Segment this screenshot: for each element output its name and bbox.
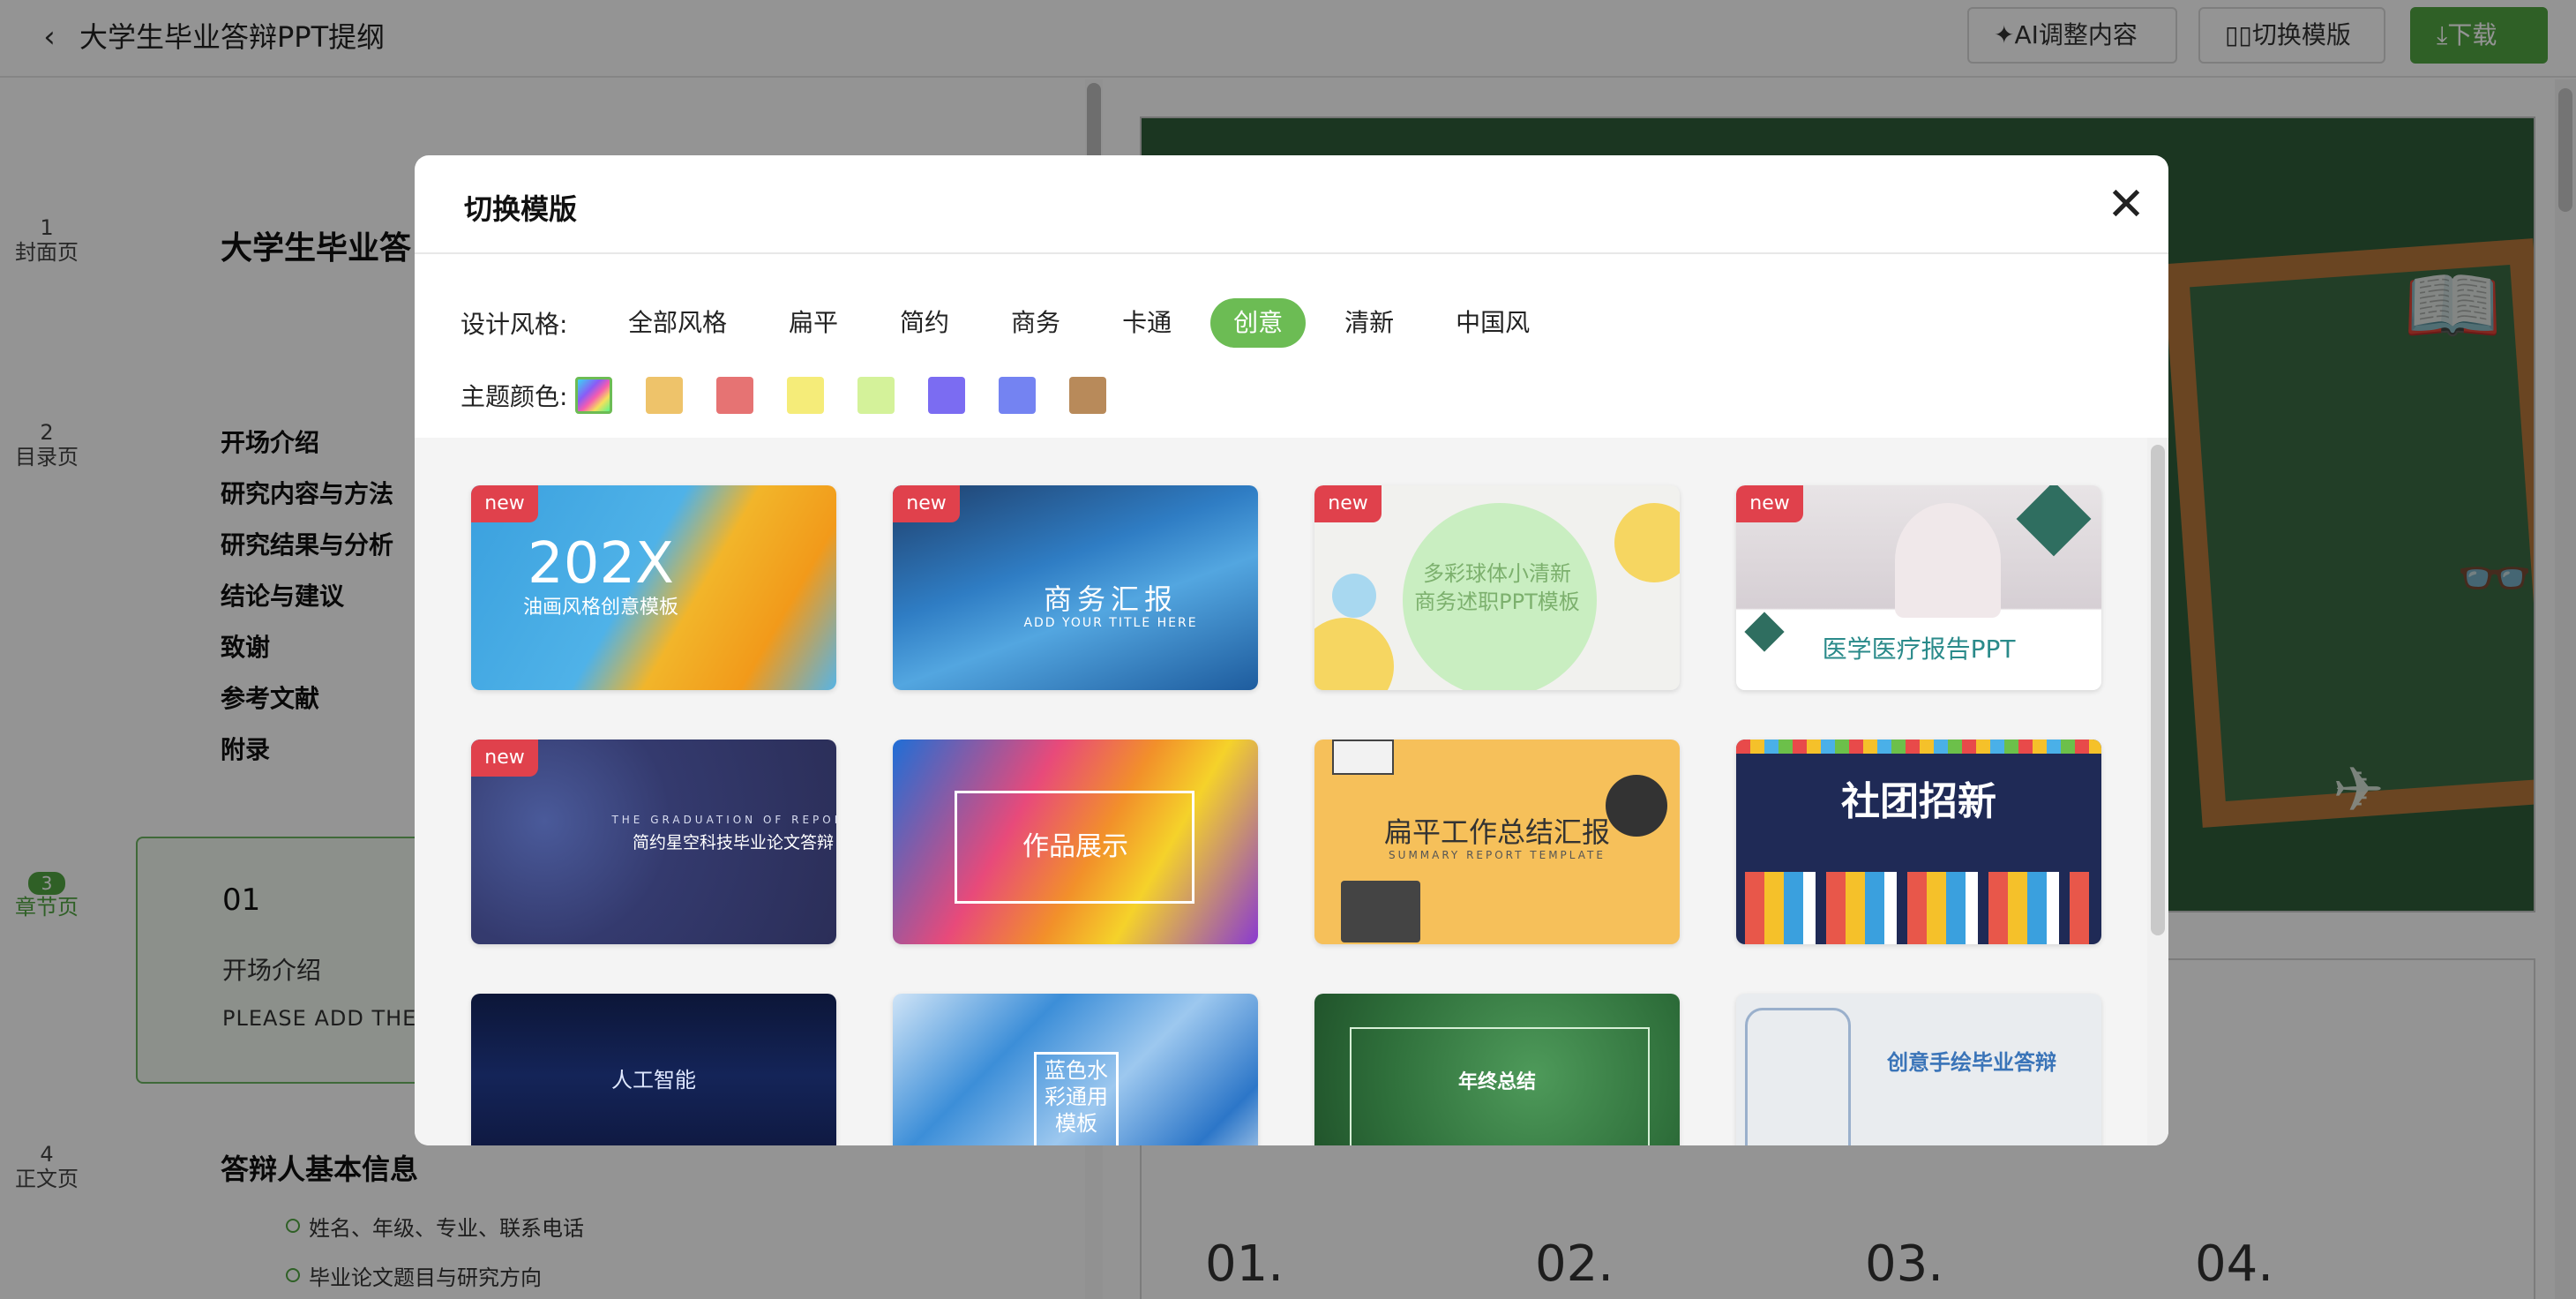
color-swatch-brown[interactable] — [1069, 377, 1106, 414]
template-title: 蓝色水彩通用模板 — [1045, 1058, 1108, 1136]
new-badge: new — [471, 485, 538, 522]
modal-header: 切换模版 ✕ — [415, 155, 2168, 254]
color-swatch-yellow[interactable] — [787, 377, 824, 414]
switch-template-modal: 切换模版 ✕ 设计风格: 全部风格 扁平 简约 商务 卡通 创意 清新 中国风 … — [415, 155, 2168, 1145]
template-card[interactable]: new THE GRADUATION OF REPORT 简约星空科技毕业论文答… — [471, 740, 836, 944]
template-title: 扁平工作总结汇报 — [1383, 815, 1610, 849]
template-card[interactable]: new 商务汇报 ADD YOUR TITLE HERE — [893, 485, 1258, 690]
template-subtitle: 商务述职PPT模板 — [1414, 589, 1580, 614]
template-grid-scrollbar[interactable] — [2147, 438, 2168, 1145]
color-filter-label: 主题颜色: — [461, 382, 568, 411]
template-card[interactable]: 年终总结 — [1314, 994, 1680, 1145]
template-title: 202X — [528, 531, 674, 597]
template-title: 多彩球体小清新 — [1423, 561, 1571, 586]
modal-title: 切换模版 — [464, 192, 578, 226]
style-option-fresh[interactable]: 清新 — [1322, 298, 1417, 348]
style-option-flat[interactable]: 扁平 — [766, 298, 861, 348]
color-swatch-lime[interactable] — [857, 377, 895, 414]
style-option-business[interactable]: 商务 — [988, 298, 1083, 348]
close-icon[interactable]: ✕ — [2101, 180, 2151, 229]
template-card[interactable]: 人工智能 — [471, 994, 836, 1145]
template-title: 作品展示 — [1022, 831, 1128, 862]
style-option-chinese[interactable]: 中国风 — [1433, 298, 1553, 348]
template-title: 社团招新 — [1841, 779, 1996, 824]
template-title: 人工智能 — [611, 1068, 696, 1093]
color-filter-row: 主题颜色: — [461, 371, 1140, 420]
color-swatch-purple[interactable] — [928, 377, 965, 414]
template-card[interactable]: new 多彩球体小清新 商务述职PPT模板 — [1314, 485, 1680, 690]
new-badge: new — [471, 740, 538, 777]
template-card[interactable]: 蓝色水彩通用模板 — [893, 994, 1258, 1145]
template-title: 医学医疗报告PPT — [1822, 634, 2016, 664]
template-subtitle: THE GRADUATION OF REPORT — [611, 814, 836, 826]
template-card[interactable]: new 202X 油画风格创意模板 — [471, 485, 836, 690]
scrollbar-thumb[interactable] — [2151, 445, 2165, 935]
template-subtitle: SUMMARY REPORT TEMPLATE — [1389, 849, 1606, 861]
template-card[interactable]: 扁平工作总结汇报 SUMMARY REPORT TEMPLATE — [1314, 740, 1680, 944]
template-card[interactable]: 创意手绘毕业答辩 — [1736, 994, 2101, 1145]
template-title: 简约星空科技毕业论文答辩 — [632, 833, 834, 852]
template-card[interactable]: new 医学医疗报告PPT — [1736, 485, 2101, 690]
style-option-creative[interactable]: 创意 — [1210, 298, 1307, 348]
style-filter-label: 设计风格: — [461, 310, 568, 339]
color-swatch-all[interactable] — [575, 377, 612, 414]
color-swatch-blue[interactable] — [999, 377, 1036, 414]
template-subtitle: ADD YOUR TITLE HERE — [1023, 616, 1198, 630]
style-option-cartoon[interactable]: 卡通 — [1099, 298, 1194, 348]
template-grid: new 202X 油画风格创意模板 new 商务汇报 ADD YOUR TITL… — [415, 438, 2168, 1145]
template-subtitle: 油画风格创意模板 — [522, 597, 678, 619]
new-badge: new — [1736, 485, 1803, 522]
template-title: 商务汇报 — [1043, 582, 1178, 616]
template-card[interactable]: 作品展示 — [893, 740, 1258, 944]
style-option-simple[interactable]: 简约 — [877, 298, 972, 348]
color-swatch-orange[interactable] — [646, 377, 683, 414]
color-swatch-red[interactable] — [716, 377, 753, 414]
template-title: 创意手绘毕业答辩 — [1887, 1050, 2056, 1075]
new-badge: new — [1314, 485, 1382, 522]
style-filter-row: 设计风格: 全部风格 扁平 简约 商务 卡通 创意 清新 中国风 — [461, 298, 1569, 348]
new-badge: new — [893, 485, 960, 522]
template-title: 年终总结 — [1457, 1071, 1536, 1093]
template-card[interactable]: 社团招新 — [1736, 740, 2101, 944]
style-option-all[interactable]: 全部风格 — [605, 298, 750, 348]
